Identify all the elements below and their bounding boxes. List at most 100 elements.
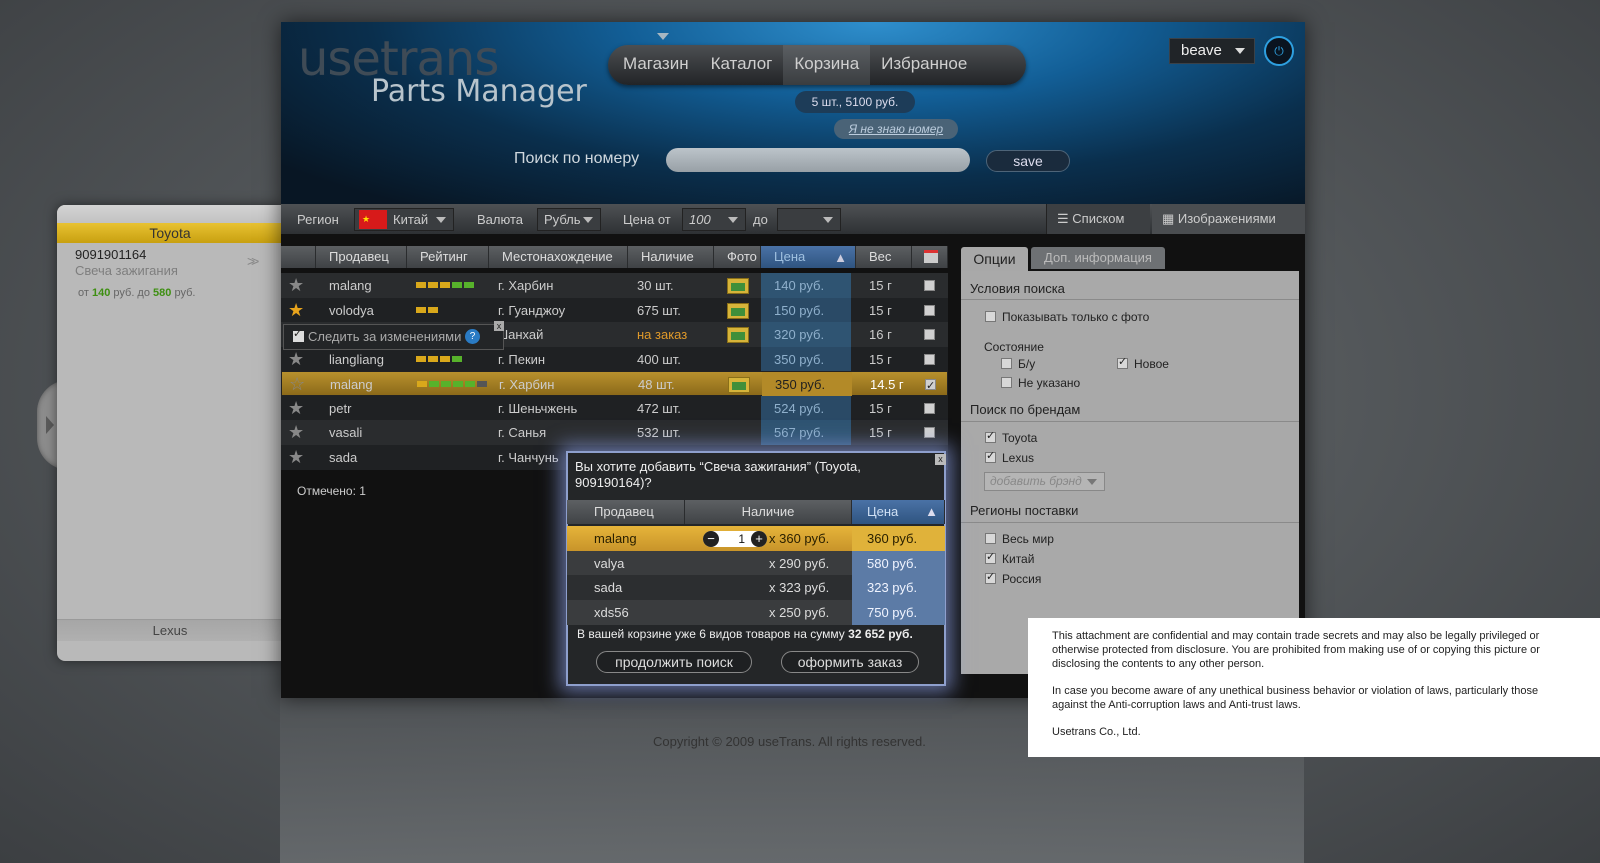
photo-icon[interactable] <box>727 278 749 294</box>
cart-summary[interactable]: 5 шт., 5100 руб. <box>795 91 915 113</box>
tab-extra-info[interactable]: Доп. информация <box>1031 247 1165 269</box>
dont-know-number-link[interactable]: Я не знаю номер <box>834 119 958 139</box>
row-checkbox[interactable] <box>924 427 935 438</box>
brand-toyota-tab[interactable]: Toyota <box>57 223 283 243</box>
used-checkbox[interactable] <box>1001 358 1012 369</box>
row-checkbox[interactable] <box>924 305 935 316</box>
search-input[interactable] <box>666 148 970 172</box>
seller-name[interactable]: malang <box>329 273 372 298</box>
seller-name[interactable]: volodya <box>329 298 374 323</box>
col-price[interactable]: Цена ▲ <box>761 246 856 268</box>
table-row[interactable]: ★ liangliang г. Пекин 400 шт. 350 руб. 15 г <box>281 347 948 372</box>
dialog-row[interactable]: xds56 x 250 руб. 750 руб. <box>567 600 945 625</box>
photo-icon[interactable] <box>727 327 749 343</box>
dialog-unit-price: x 323 руб. <box>769 580 830 595</box>
region-china-checkbox[interactable] <box>985 550 996 564</box>
col-stock[interactable]: Наличие <box>628 246 714 268</box>
tab-options[interactable]: Опции <box>961 247 1028 271</box>
weight: 15 г <box>869 425 892 440</box>
save-button[interactable]: save <box>986 150 1070 172</box>
seller-name[interactable]: malang <box>330 372 373 397</box>
region-russia-checkbox[interactable] <box>985 570 996 584</box>
power-icon[interactable]: ⏻ <box>1264 36 1294 66</box>
star-icon[interactable]: ★ <box>288 398 304 419</box>
divider <box>961 421 1299 422</box>
stock: 532 шт. <box>637 425 681 440</box>
add-brand-select[interactable]: добавить брэнд <box>984 472 1105 491</box>
table-row[interactable]: ★ volodya г. Гуанджоу 675 шт. 150 руб. 15 г <box>281 298 948 323</box>
help-icon[interactable]: ? <box>465 329 480 344</box>
price-from-select[interactable]: 100 <box>682 208 746 231</box>
only-photo-checkbox[interactable] <box>985 311 996 322</box>
row-checkbox[interactable] <box>924 403 935 414</box>
divider <box>961 299 1299 300</box>
quantity-stepper[interactable]: − 1 + <box>703 531 767 547</box>
price: 350 руб. <box>762 372 852 397</box>
seller-name[interactable]: vasali <box>329 420 362 445</box>
region-world-checkbox[interactable] <box>985 533 996 544</box>
watch-changes-checkbox[interactable] <box>293 327 304 342</box>
seller-name[interactable]: sada <box>329 445 357 470</box>
brand-lexus-checkbox[interactable] <box>985 449 996 463</box>
open-part-icon[interactable]: >> <box>247 253 260 269</box>
region-select[interactable]: Китай <box>354 208 454 231</box>
photo-icon[interactable] <box>728 377 750 393</box>
currency-select[interactable]: Рубль <box>537 208 601 231</box>
table-row[interactable]: ★ petr г. Шеньчжень 472 шт. 524 руб. 15 г <box>281 396 948 421</box>
star-icon[interactable]: ★ <box>288 275 304 296</box>
row-checkbox[interactable] <box>924 329 935 340</box>
nav-cart[interactable]: Корзина <box>783 45 871 85</box>
dialog-row[interactable]: valya x 290 руб. 580 руб. <box>567 551 945 576</box>
row-checkbox[interactable] <box>924 280 935 291</box>
table-row[interactable]: ☆ malang г. Харбин 48 шт. 350 руб. 14.5 г <box>281 371 948 397</box>
checkout-button[interactable]: оформить заказ <box>781 651 919 673</box>
row-checkbox[interactable] <box>925 376 936 397</box>
photo-icon[interactable] <box>727 303 749 319</box>
nav-shops[interactable]: Магазин <box>612 45 700 85</box>
star-icon[interactable]: ★ <box>288 447 304 468</box>
minus-icon[interactable]: − <box>703 531 719 547</box>
view-images-button[interactable]: ▦ Изображениями <box>1152 204 1305 234</box>
dialog-row[interactable]: malang − 1 + x 360 руб. 360 руб. <box>567 526 945 551</box>
star-icon[interactable]: ★ <box>288 422 304 443</box>
stock: 675 шт. <box>637 303 681 318</box>
col-location[interactable]: Местонахождение <box>489 246 628 268</box>
close-icon[interactable]: x <box>935 454 946 465</box>
dialog-price: 360 руб. <box>852 526 945 551</box>
row-checkbox[interactable] <box>924 354 935 365</box>
nav-catalog[interactable]: Каталог <box>700 45 784 85</box>
view-list-button[interactable]: ☰ Списком <box>1046 204 1150 234</box>
star-icon[interactable]: ★ <box>288 349 304 370</box>
price-to-select[interactable] <box>777 208 841 231</box>
continue-search-button[interactable]: продолжить поиск <box>596 651 752 673</box>
region-russia-label: Россия <box>1002 572 1042 586</box>
unspecified-checkbox[interactable] <box>1001 377 1012 388</box>
col-weight[interactable]: Вес <box>856 246 912 268</box>
price: 150 руб. <box>761 298 851 323</box>
seller-name[interactable]: petr <box>329 396 351 421</box>
user-menu[interactable]: beave <box>1169 38 1255 64</box>
star-icon[interactable]: ★ <box>288 300 304 321</box>
price-to-label: до <box>753 212 768 227</box>
plus-icon[interactable]: + <box>751 531 767 547</box>
dialog-row[interactable]: sada x 323 руб. 323 руб. <box>567 575 945 600</box>
star-icon[interactable]: ☆ <box>289 374 305 395</box>
brand-lexus-tab[interactable]: Lexus <box>57 619 283 641</box>
col-photo[interactable]: Фото <box>714 246 761 268</box>
confidential-notice: This attachment are confidential and may… <box>1028 618 1600 757</box>
col-rating[interactable]: Рейтинг <box>407 246 489 268</box>
brand-toyota-checkbox[interactable] <box>985 429 996 443</box>
new-checkbox[interactable] <box>1117 355 1128 369</box>
seller-name[interactable]: liangliang <box>329 347 384 372</box>
close-icon[interactable]: x <box>494 321 504 331</box>
summary-total: 32 652 руб. <box>848 627 913 641</box>
brand-toyota-label: Toyota <box>1002 431 1038 445</box>
price: 320 руб. <box>761 322 851 347</box>
arrow-right-icon <box>46 416 54 434</box>
calendar-icon[interactable] <box>924 250 938 263</box>
col-seller[interactable]: Продавец <box>316 246 407 268</box>
location: г. Санья <box>498 425 547 440</box>
table-row[interactable]: ★ malang г. Харбин 30 шт. 140 руб. 15 г <box>281 273 948 298</box>
nav-favorites[interactable]: Избранное <box>870 45 978 85</box>
table-row[interactable]: ★ vasali г. Санья 532 шт. 567 руб. 15 г <box>281 420 948 445</box>
